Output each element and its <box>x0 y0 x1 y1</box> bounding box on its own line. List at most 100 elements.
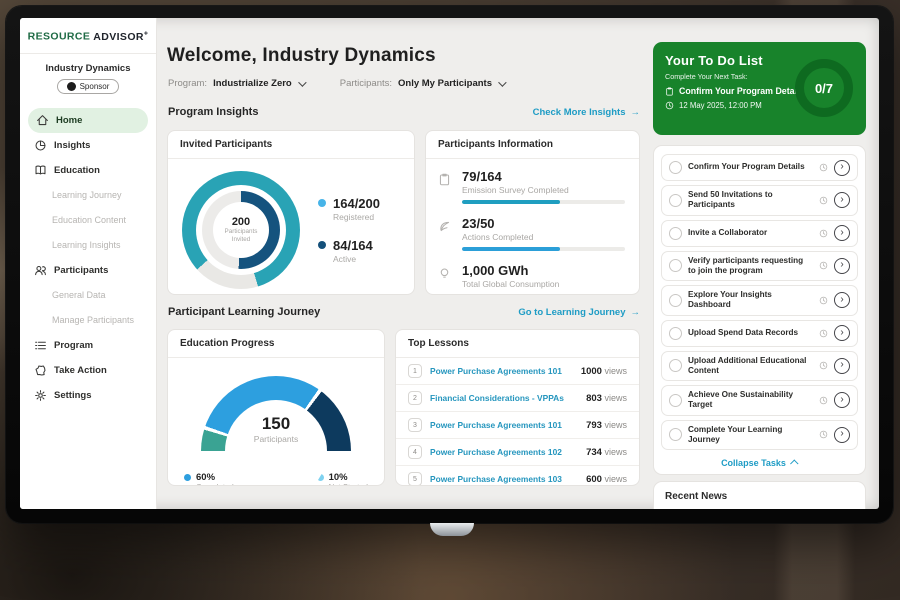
task-achieve-sustainability-target[interactable]: Achieve One Sustainability Target › <box>661 385 858 416</box>
actions-progress-bar <box>462 247 625 251</box>
recent-news-card: Recent News <box>653 481 866 509</box>
sidebar-item-participants[interactable]: Participants <box>20 258 156 283</box>
lesson-rank: 4 <box>408 445 422 459</box>
sidebar-item-education-content[interactable]: Education Content <box>20 208 156 233</box>
task-checkbox[interactable] <box>669 428 682 441</box>
sidebar-item-home[interactable]: Home <box>28 108 148 133</box>
clock-icon <box>819 229 828 238</box>
task-checkbox[interactable] <box>669 294 682 307</box>
emission-survey-progress-bar <box>462 200 625 204</box>
sidebar-item-learning-insights[interactable]: Learning Insights <box>20 233 156 258</box>
invited-participants-card-title: Invited Participants <box>168 131 414 159</box>
lesson-link[interactable]: Power Purchase Agreements 101 <box>430 366 573 376</box>
top-lessons-card-title: Top Lessons <box>396 330 639 358</box>
recent-news-title: Recent News <box>665 491 854 502</box>
monitor-stand <box>430 523 474 536</box>
home-icon <box>36 114 49 127</box>
logo-secondary: ADVISOR+ <box>93 31 148 43</box>
clock-icon <box>819 296 828 305</box>
task-invite-collaborator[interactable]: Invite a Collaborator › <box>661 220 858 247</box>
lesson-link[interactable]: Power Purchase Agreements 101 <box>430 420 578 430</box>
check-more-insights-link[interactable]: Check More Insights → <box>533 107 640 118</box>
program-icon <box>34 339 47 352</box>
completed-dot-icon <box>184 474 191 481</box>
sidebar-nav: Home Insights Education Learning Journey… <box>20 108 156 408</box>
legend-active: 84/164 Active <box>318 238 380 264</box>
participants-information-card-title: Participants Information <box>426 131 639 159</box>
task-go-button[interactable]: › <box>834 358 850 374</box>
sidebar-item-manage-participants[interactable]: Manage Participants <box>20 308 156 333</box>
task-send-invitations[interactable]: Send 50 Invitations to Participants › <box>661 185 858 216</box>
sidebar-item-take-action[interactable]: Take Action <box>20 358 156 383</box>
task-checkbox[interactable] <box>669 194 682 207</box>
sidebar-item-insights[interactable]: Insights <box>20 133 156 158</box>
task-go-button[interactable]: › <box>834 392 850 408</box>
task-complete-learning-journey[interactable]: Complete Your Learning Journey › <box>661 420 858 451</box>
task-go-button[interactable]: › <box>834 225 850 241</box>
org-name: Industry Dynamics <box>20 63 156 74</box>
lesson-link[interactable]: Financial Considerations - VPPAs <box>430 393 578 403</box>
todo-task-list: Confirm Your Program Details › Send 50 I… <box>653 145 866 475</box>
invited-participants-card: Invited Participants 200 Participants In… <box>167 130 415 295</box>
task-go-button[interactable]: › <box>834 292 850 308</box>
lesson-link[interactable]: Power Purchase Agreements 102 <box>430 447 578 457</box>
sidebar-item-learning-journey[interactable]: Learning Journey <box>20 183 156 208</box>
clock-icon <box>819 261 828 270</box>
clipboard-icon <box>665 87 674 96</box>
program-insights-title: Program Insights <box>168 106 258 118</box>
participants-information-card: Participants Information 79/164 Emission… <box>425 130 640 295</box>
collapse-tasks-link[interactable]: Collapse Tasks <box>661 454 858 470</box>
clock-icon <box>819 430 828 439</box>
actions-icon <box>438 220 451 233</box>
task-upload-educational-content[interactable]: Upload Additional Educational Content › <box>661 351 858 382</box>
chevron-down-icon <box>498 78 506 86</box>
page-title: Welcome, Industry Dynamics <box>167 45 436 67</box>
task-checkbox[interactable] <box>669 359 682 372</box>
logo-primary: RESOURCE <box>28 31 91 43</box>
gauge-center-label: Participants <box>168 434 384 444</box>
task-checkbox[interactable] <box>669 259 682 272</box>
sidebar-item-education[interactable]: Education <box>20 158 156 183</box>
chevron-up-icon <box>790 459 798 467</box>
task-confirm-program-details[interactable]: Confirm Your Program Details › <box>661 154 858 181</box>
participants-icon <box>34 264 47 277</box>
task-checkbox[interactable] <box>669 327 682 340</box>
program-filter[interactable]: Program: Industrialize Zero <box>168 78 304 89</box>
lesson-row: 5 Power Purchase Agreements 103 600 view… <box>396 466 639 486</box>
task-go-button[interactable]: › <box>834 325 850 341</box>
clock-icon <box>819 196 828 205</box>
participants-filter[interactable]: Participants: Only My Participants <box>340 78 504 89</box>
sidebar-item-settings[interactable]: Settings <box>20 383 156 408</box>
task-checkbox[interactable] <box>669 161 682 174</box>
task-explore-insights[interactable]: Explore Your Insights Dashboard › <box>661 285 858 316</box>
task-upload-spend-data[interactable]: Upload Spend Data Records › <box>661 320 858 347</box>
emission-survey-row: 79/164 Emission Survey Completed <box>438 169 625 204</box>
sponsor-badge[interactable]: Sponsor <box>57 79 120 94</box>
lesson-row: 2 Financial Considerations - VPPAs 803 v… <box>396 385 639 412</box>
donut-center-value: 200 <box>232 216 250 228</box>
sidebar-item-program[interactable]: Program <box>20 333 156 358</box>
lesson-link[interactable]: Power Purchase Agreements 103 <box>430 474 578 484</box>
clock-icon <box>819 361 828 370</box>
task-checkbox[interactable] <box>669 227 682 240</box>
lesson-row: 3 Power Purchase Agreements 101 793 view… <box>396 412 639 439</box>
task-go-button[interactable]: › <box>834 258 850 274</box>
donut-center-label: Participants Invited <box>219 228 263 244</box>
task-go-button[interactable]: › <box>834 160 850 176</box>
chevron-down-icon <box>298 78 306 86</box>
survey-icon <box>438 173 451 186</box>
task-verify-participants[interactable]: Verify participants requesting to join t… <box>661 251 858 282</box>
sponsor-icon <box>67 82 76 91</box>
todo-summary-card: Your To Do List Complete Your Next Task:… <box>653 42 866 135</box>
clock-icon <box>665 101 674 110</box>
dashboard-screen: RESOURCE ADVISOR+ Industry Dynamics Spon… <box>20 18 879 509</box>
registered-dot-icon <box>318 199 326 207</box>
education-progress-gauge-chart: 150 Participants <box>168 366 384 462</box>
legend-registered: 164/200 Registered <box>318 196 380 222</box>
task-go-button[interactable]: › <box>834 427 850 443</box>
task-checkbox[interactable] <box>669 394 682 407</box>
go-to-learning-journey-link[interactable]: Go to Learning Journey → <box>518 307 640 318</box>
sidebar-item-general-data[interactable]: General Data <box>20 283 156 308</box>
clock-icon <box>819 163 828 172</box>
task-go-button[interactable]: › <box>834 192 850 208</box>
